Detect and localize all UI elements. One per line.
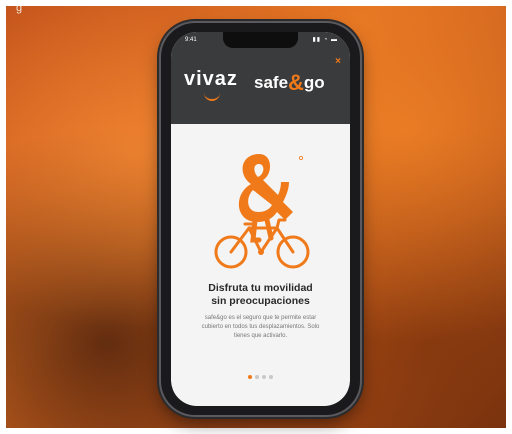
onboarding-slide: Disfruta tu movilidad sin preocupaciones…: [171, 124, 350, 406]
headline-line-1: Disfruta tu movilidad: [208, 282, 313, 294]
headline-line-2: sin preocupaciones: [211, 295, 310, 307]
page-dot[interactable]: [255, 375, 259, 379]
description-line-1: safe&go es el seguro que te permite esta…: [204, 315, 317, 321]
vivaz-logo: vivaz: [184, 68, 238, 90]
page-dot[interactable]: [248, 375, 252, 379]
app-header: 9:41 ▮▮ ◔ ▬ × vivaz safe&go: [171, 32, 350, 124]
page-dot[interactable]: [269, 375, 273, 379]
corner-text: g: [16, 6, 24, 14]
phone-frame: 9:41 ▮▮ ◔ ▬ × vivaz safe&go Disfruta tu …: [161, 23, 360, 415]
phone-notch: [223, 32, 298, 48]
ampersand-cyclist-icon: [214, 154, 310, 269]
vivaz-smile-mark: [204, 93, 220, 101]
page-indicator: [171, 366, 350, 384]
safe-and-go-logo: safe&go: [254, 70, 325, 96]
status-icons: ▮▮ ◔ ▬: [312, 37, 338, 43]
page-dot[interactable]: [262, 375, 266, 379]
slide-headline: Disfruta tu movilidad sin preocupaciones: [171, 282, 350, 308]
status-time: 9:41: [185, 37, 197, 43]
logo-safe: safe: [254, 73, 289, 92]
description-line-2: cubierto en todos tus desplazamientos. S…: [201, 324, 320, 330]
logo-go: go: [303, 73, 325, 92]
phone-screen: 9:41 ▮▮ ◔ ▬ × vivaz safe&go Disfruta tu …: [171, 32, 350, 406]
description-line-3: tienes que activarlo.: [233, 333, 288, 339]
logo-ampersand: &: [288, 70, 304, 95]
slide-description: safe&go es el seguro que te permite esta…: [185, 314, 336, 341]
close-icon[interactable]: ×: [335, 56, 341, 67]
